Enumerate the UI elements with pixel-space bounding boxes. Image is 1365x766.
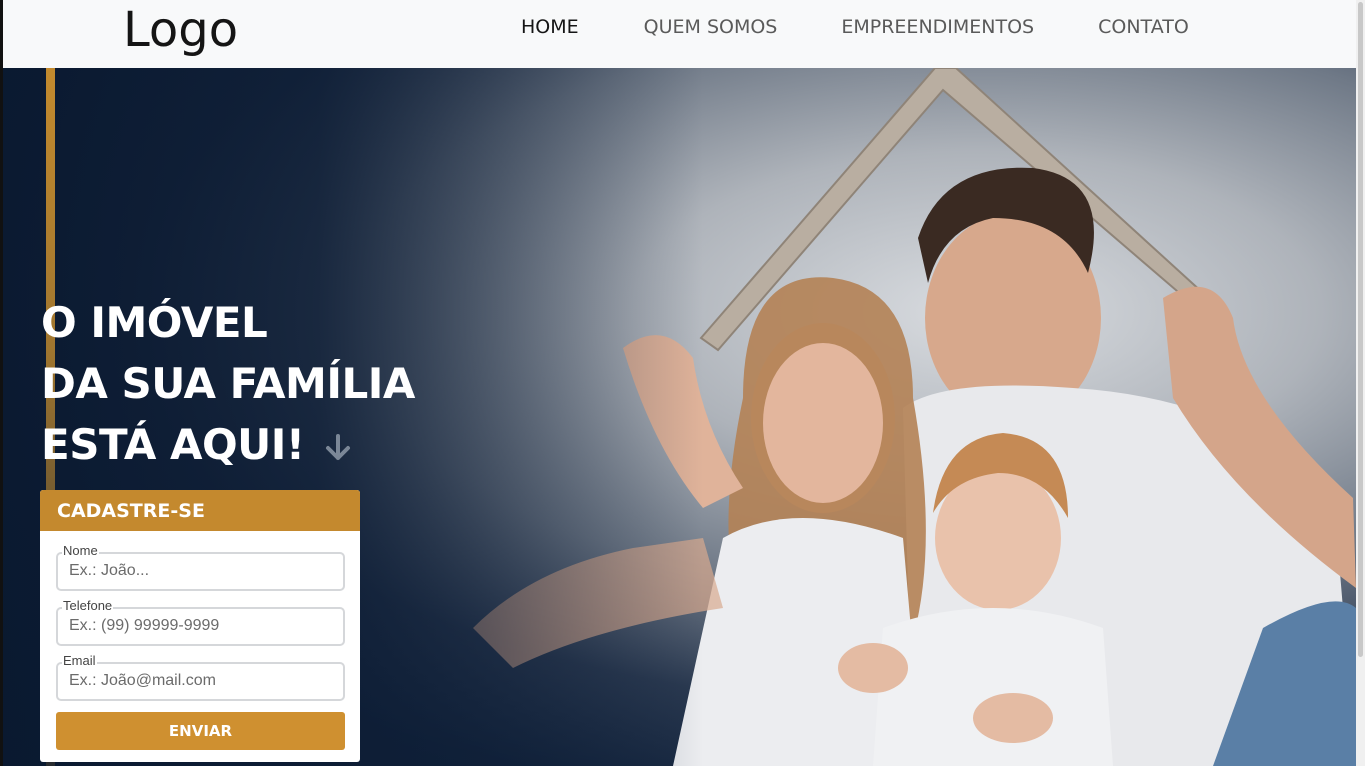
- headline-line-1: O IMÓVEL: [41, 298, 268, 347]
- nav-quem-somos[interactable]: QUEM SOMOS: [644, 16, 778, 38]
- name-label: Nome: [62, 543, 99, 558]
- scrollbar-thumb[interactable]: [1358, 2, 1363, 657]
- submit-button[interactable]: ENVIAR: [56, 712, 345, 750]
- hero-headline: O IMÓVEL DA SUA FAMÍLIA ESTÁ AQUI!: [41, 292, 415, 479]
- headline-line-3: ESTÁ AQUI!: [41, 420, 305, 469]
- hero-section: O IMÓVEL DA SUA FAMÍLIA ESTÁ AQUI! CADAS…: [3, 68, 1356, 766]
- signup-form: CADASTRE-SE Nome Telefone Email ENVIAR: [40, 490, 360, 762]
- arrow-down-icon[interactable]: [323, 418, 353, 479]
- nav-home[interactable]: HOME: [521, 16, 579, 38]
- top-header: Logo HOME QUEM SOMOS EMPREENDIMENTOS CON…: [3, 0, 1356, 68]
- name-input[interactable]: [69, 562, 329, 580]
- site-logo[interactable]: Logo: [123, 2, 238, 58]
- form-title: CADASTRE-SE: [40, 490, 360, 531]
- email-input[interactable]: [69, 672, 329, 690]
- main-nav: HOME QUEM SOMOS EMPREENDIMENTOS CONTATO: [521, 16, 1189, 38]
- email-label: Email: [62, 653, 97, 668]
- phone-label: Telefone: [62, 598, 114, 613]
- vertical-scrollbar[interactable]: [1356, 0, 1365, 766]
- nav-empreendimentos[interactable]: EMPREENDIMENTOS: [841, 16, 1034, 38]
- email-field[interactable]: Email: [56, 654, 345, 701]
- nav-contato[interactable]: CONTATO: [1098, 16, 1189, 38]
- phone-input[interactable]: [69, 617, 329, 635]
- phone-field[interactable]: Telefone: [56, 599, 345, 646]
- name-field[interactable]: Nome: [56, 544, 345, 591]
- headline-line-2: DA SUA FAMÍLIA: [41, 359, 415, 408]
